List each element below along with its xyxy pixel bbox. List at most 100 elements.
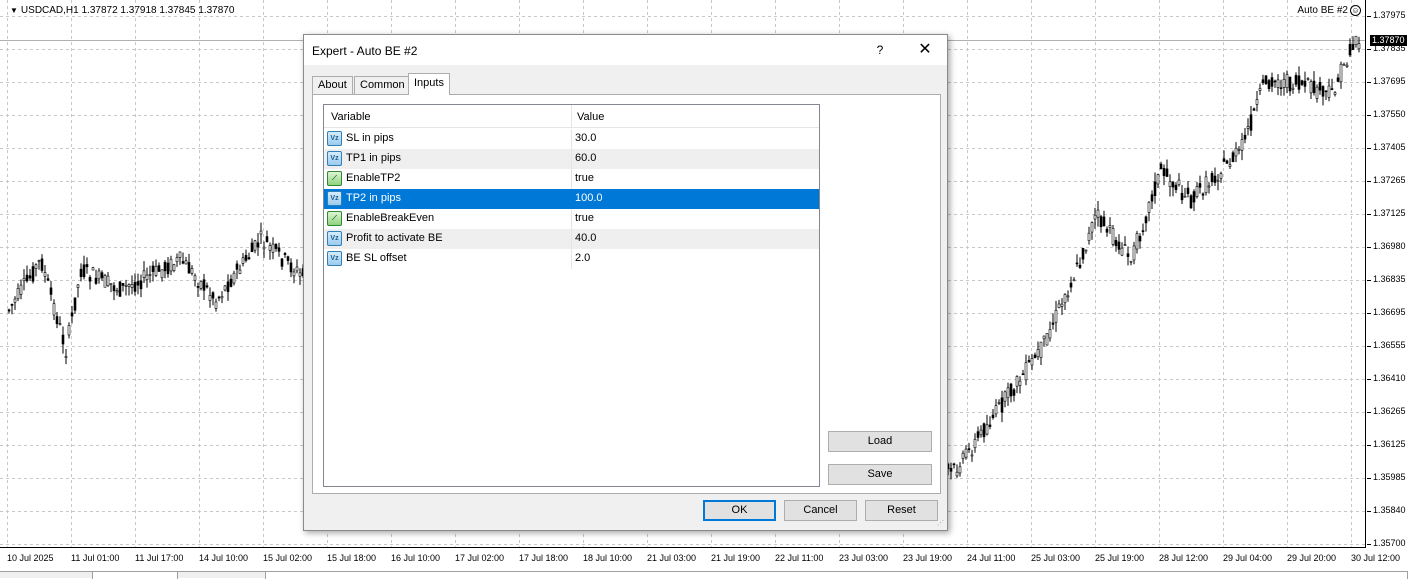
candle-body xyxy=(1270,77,1274,87)
input-value[interactable]: 30.0 xyxy=(575,132,596,144)
time-label: 25 Jul 19:00 xyxy=(1095,553,1145,563)
candle-body xyxy=(1264,75,1268,85)
candle-body xyxy=(1222,158,1226,162)
time-label: 30 Jul 12:00 xyxy=(1351,553,1401,563)
candle-body xyxy=(178,251,182,258)
expert-advisor-label[interactable]: Auto BE #2 ☺ xyxy=(1297,5,1361,16)
time-label: 29 Jul 04:00 xyxy=(1223,553,1273,563)
price-tick xyxy=(1367,346,1371,347)
candle-body xyxy=(1180,192,1184,201)
candle-body xyxy=(1114,240,1118,247)
ok-button[interactable]: OK xyxy=(703,500,776,521)
time-label: 28 Jul 12:00 xyxy=(1159,553,1209,563)
time-label: 17 Jul 02:00 xyxy=(455,553,505,563)
candle-body xyxy=(193,275,197,281)
load-button[interactable]: Load xyxy=(828,431,932,452)
candle-body xyxy=(202,279,206,291)
cell-divider xyxy=(571,129,572,149)
candle-body xyxy=(1018,380,1022,386)
candle-body xyxy=(1153,181,1157,196)
candle-body xyxy=(1201,193,1205,196)
input-row[interactable]: ⟋ EnableTP2 true xyxy=(324,169,819,189)
input-row[interactable]: Vz BE SL offset 2.0 xyxy=(324,249,819,269)
candle-body xyxy=(967,448,971,450)
time-label: 21 Jul 03:00 xyxy=(647,553,697,563)
candle-body xyxy=(1027,360,1031,362)
candle-body xyxy=(991,414,995,419)
candle-body xyxy=(1168,181,1172,187)
candle-body xyxy=(1072,279,1076,282)
price-label: 1.37550 xyxy=(1373,109,1406,119)
candle-body xyxy=(982,423,986,438)
input-row[interactable]: Vz TP1 in pips 60.0 xyxy=(324,149,819,169)
input-value[interactable]: true xyxy=(575,212,594,224)
candle-body xyxy=(979,429,983,436)
candle-body xyxy=(25,274,29,282)
inputs-list[interactable]: Variable Value Vz SL in pips 30.0 Vz TP1 in … xyxy=(323,104,820,487)
chart-tabs-strip xyxy=(0,571,1408,579)
candle-body xyxy=(190,268,194,274)
input-value[interactable]: true xyxy=(575,172,594,184)
column-divider[interactable] xyxy=(571,105,572,128)
input-row[interactable]: Vz TP2 in pips 100.0 xyxy=(324,189,819,209)
candle-body xyxy=(220,296,224,299)
save-button[interactable]: Save xyxy=(828,464,932,485)
price-tick xyxy=(1367,148,1371,149)
candle-body xyxy=(1165,168,1169,177)
help-button[interactable]: ? xyxy=(867,38,893,62)
input-row[interactable]: Vz SL in pips 30.0 xyxy=(324,129,819,149)
candle-body xyxy=(1057,303,1061,308)
candle-body xyxy=(1249,114,1253,131)
resize-grip-icon[interactable]: ⋰ xyxy=(937,520,945,528)
candle-body xyxy=(40,258,44,271)
cancel-button[interactable]: Cancel xyxy=(784,500,857,521)
input-value[interactable]: 40.0 xyxy=(575,232,596,244)
input-value[interactable]: 100.0 xyxy=(575,192,603,204)
time-label: 10 Jul 2025 xyxy=(7,553,54,563)
column-header-variable[interactable]: Variable xyxy=(331,111,371,123)
candle-body xyxy=(1318,82,1322,91)
candle-body xyxy=(181,261,185,264)
chart-menu-triangle-icon[interactable]: ▼ xyxy=(10,6,18,15)
candle-body xyxy=(61,334,65,345)
candle-body xyxy=(160,269,164,279)
input-row[interactable]: Vz Profit to activate BE 40.0 xyxy=(324,229,819,249)
candle-body xyxy=(1324,90,1328,93)
candle-body xyxy=(1342,64,1346,66)
dialog-titlebar[interactable]: Expert - Auto BE #2 ? ✕ xyxy=(304,35,947,65)
close-button[interactable]: ✕ xyxy=(910,38,940,62)
candle-body xyxy=(1039,341,1043,358)
candle-body xyxy=(1198,183,1202,188)
price-tick xyxy=(1367,214,1371,215)
candle-body xyxy=(1021,373,1025,376)
candle-body xyxy=(229,278,233,287)
candle-body xyxy=(82,264,86,278)
candle-body xyxy=(1111,228,1115,245)
time-label: 15 Jul 18:00 xyxy=(327,553,377,563)
reset-button[interactable]: Reset xyxy=(865,500,938,521)
time-label: 11 Jul 17:00 xyxy=(135,553,184,563)
column-header-value[interactable]: Value xyxy=(577,111,604,123)
tab-about[interactable]: About xyxy=(312,76,353,95)
time-axis[interactable]: 10 Jul 2025 11 Jul 01:00 11 Jul 17:00 14 Ju… xyxy=(0,549,1400,569)
candle-body xyxy=(103,275,107,288)
tab-inputs[interactable]: Inputs xyxy=(408,73,450,95)
candle-body xyxy=(1357,43,1361,50)
candle-body xyxy=(1054,309,1058,323)
candle-body xyxy=(292,271,296,277)
input-value[interactable]: 60.0 xyxy=(575,152,596,164)
candle-body xyxy=(1336,77,1340,82)
time-label: 22 Jul 11:00 xyxy=(775,553,824,563)
candle-body xyxy=(127,284,131,287)
input-variable-name: EnableBreakEven xyxy=(346,212,435,224)
tab-common[interactable]: Common xyxy=(354,76,411,95)
price-tick xyxy=(1367,511,1371,512)
candle-body xyxy=(955,471,959,477)
input-value[interactable]: 2.0 xyxy=(575,252,590,264)
time-label: 23 Jul 03:00 xyxy=(839,553,889,563)
price-tick xyxy=(1367,412,1371,413)
candle-body xyxy=(268,245,272,251)
input-row[interactable]: ⟋ EnableBreakEven true xyxy=(324,209,819,229)
price-axis[interactable]: 1.37975 1.37835 1.37695 1.37550 1.37405 1.372… xyxy=(1367,0,1408,548)
cell-divider xyxy=(571,149,572,169)
